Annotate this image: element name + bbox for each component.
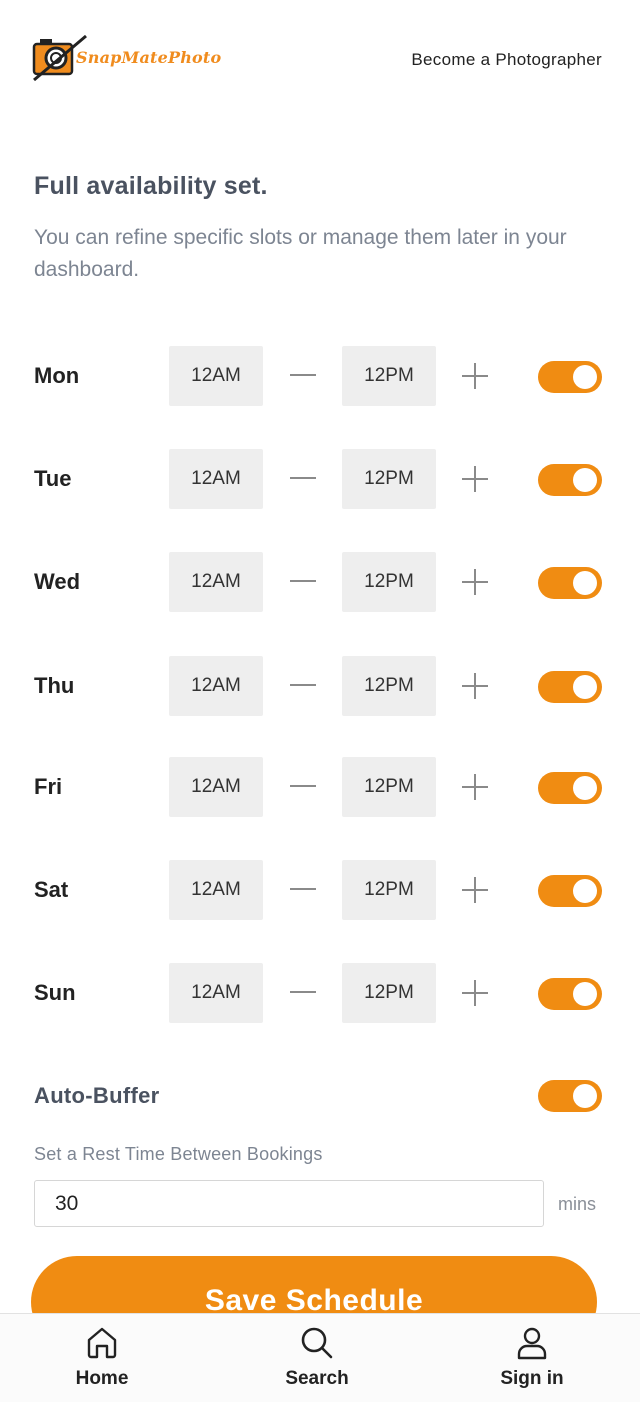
schedule-row-tue: Tue 12AM 12PM <box>0 449 640 509</box>
toggle-knob <box>573 468 597 492</box>
range-dash-icon <box>290 374 316 376</box>
end-time-select[interactable]: 12PM <box>342 656 436 716</box>
schedule-row-fri: Fri 12AM 12PM <box>0 757 640 817</box>
day-label: Wed <box>34 569 81 594</box>
toggle-knob <box>573 982 597 1006</box>
start-time-select[interactable]: 12AM <box>169 963 263 1023</box>
auto-buffer-toggle[interactable] <box>538 1080 602 1112</box>
end-time-select[interactable]: 12PM <box>342 860 436 920</box>
range-dash-icon <box>290 888 316 890</box>
user-icon <box>517 1327 547 1360</box>
day-toggle[interactable] <box>538 567 602 599</box>
end-time-select[interactable]: 12PM <box>342 552 436 612</box>
page-subtitle: You can refine specific slots or manage … <box>34 226 567 281</box>
schedule-row-mon: Mon 12AM 12PM <box>0 346 640 406</box>
day-toggle[interactable] <box>538 464 602 496</box>
day-label: Mon <box>34 363 80 388</box>
day-label: Fri <box>34 774 63 799</box>
range-dash-icon <box>290 991 316 993</box>
start-time-select[interactable]: 12AM <box>169 346 263 406</box>
day-label: Sat <box>34 877 69 902</box>
rest-time-input[interactable] <box>34 1180 544 1227</box>
toggle-knob <box>573 1084 597 1108</box>
day-toggle[interactable] <box>538 671 602 703</box>
bottom-nav: Home Search Sign in <box>0 1313 640 1402</box>
day-label: Thu <box>34 673 75 698</box>
plus-icon[interactable] <box>462 673 488 699</box>
plus-icon[interactable] <box>462 877 488 903</box>
day-toggle[interactable] <box>538 361 602 393</box>
nav-home-label: Home <box>75 1368 129 1389</box>
toggle-knob <box>573 571 597 595</box>
home-icon <box>87 1327 117 1359</box>
auto-buffer-label: Auto-Buffer <box>34 1083 160 1108</box>
day-toggle[interactable] <box>538 978 602 1010</box>
page-title: Full availability set. <box>34 172 268 200</box>
toggle-knob <box>573 879 597 903</box>
rest-time-label: Set a Rest Time Between Bookings <box>34 1144 323 1164</box>
toggle-knob <box>573 776 597 800</box>
nav-signin-label: Sign in <box>500 1368 564 1389</box>
range-dash-icon <box>290 684 316 686</box>
start-time-select[interactable]: 12AM <box>169 656 263 716</box>
end-time-select[interactable]: 12PM <box>342 963 436 1023</box>
nav-search-label: Search <box>285 1368 349 1389</box>
nav-home[interactable]: Home <box>42 1314 162 1402</box>
start-time-select[interactable]: 12AM <box>169 449 263 509</box>
nav-signin[interactable]: Sign in <box>472 1314 592 1402</box>
plus-icon[interactable] <box>462 363 488 389</box>
app-header: SnapMatePhoto Become a Photographer <box>0 0 640 120</box>
end-time-select[interactable]: 12PM <box>342 346 436 406</box>
become-photographer-link[interactable]: Become a Photographer <box>411 50 602 70</box>
plus-icon[interactable] <box>462 569 488 595</box>
day-toggle[interactable] <box>538 875 602 907</box>
plus-icon[interactable] <box>462 980 488 1006</box>
range-dash-icon <box>290 785 316 787</box>
brand-name: SnapMatePhoto <box>76 48 222 67</box>
start-time-select[interactable]: 12AM <box>169 860 263 920</box>
range-dash-icon <box>290 477 316 479</box>
end-time-select[interactable]: 12PM <box>342 449 436 509</box>
day-label: Tue <box>34 466 72 491</box>
brand-logo[interactable]: SnapMatePhoto <box>32 34 221 84</box>
schedule-row-thu: Thu 12AM 12PM <box>0 656 640 716</box>
plus-icon[interactable] <box>462 774 488 800</box>
schedule-row-sun: Sun 12AM 12PM <box>0 963 640 1023</box>
start-time-select[interactable]: 12AM <box>169 552 263 612</box>
toggle-knob <box>573 365 597 389</box>
end-time-select[interactable]: 12PM <box>342 757 436 817</box>
schedule-row-sat: Sat 12AM 12PM <box>0 860 640 920</box>
rest-time-unit: mins <box>558 1194 597 1214</box>
nav-search[interactable]: Search <box>257 1314 377 1402</box>
day-toggle[interactable] <box>538 772 602 804</box>
search-icon <box>301 1327 333 1359</box>
range-dash-icon <box>290 580 316 582</box>
day-label: Sun <box>34 980 76 1005</box>
start-time-select[interactable]: 12AM <box>169 757 263 817</box>
plus-icon[interactable] <box>462 466 488 492</box>
toggle-knob <box>573 675 597 699</box>
schedule-row-wed: Wed 12AM 12PM <box>0 552 640 612</box>
